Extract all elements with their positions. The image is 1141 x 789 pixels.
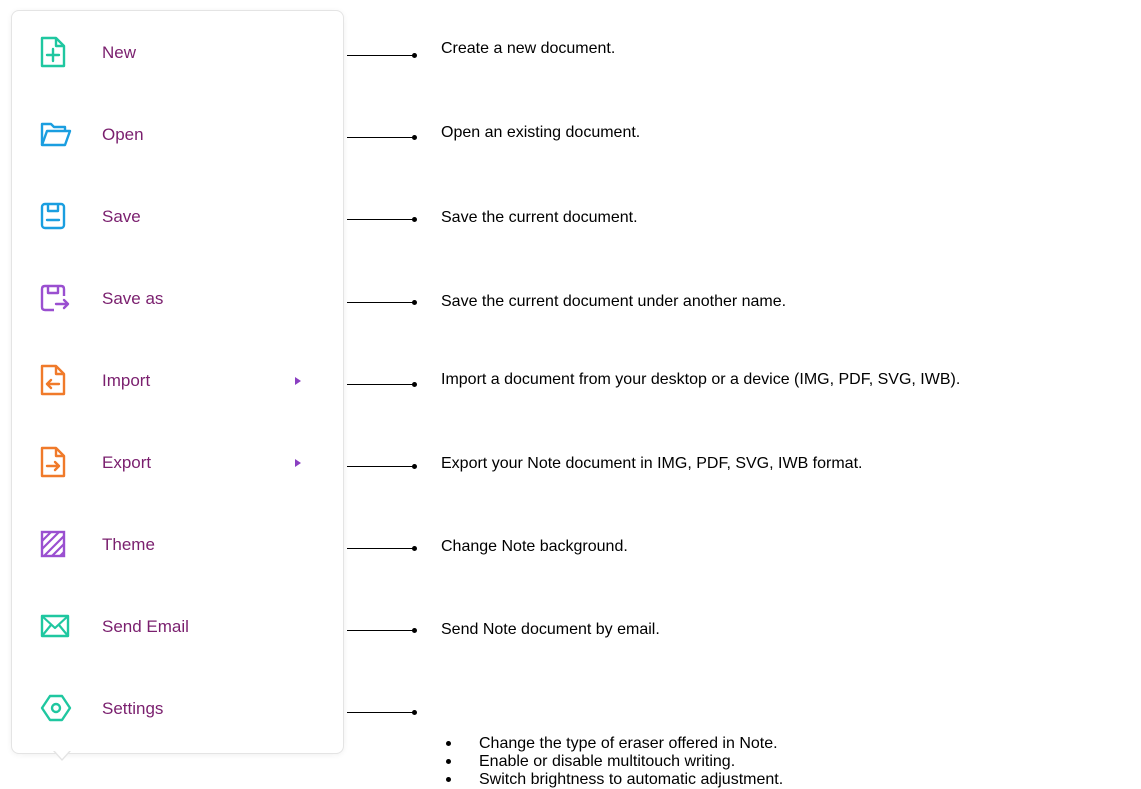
connector-line [347, 466, 413, 467]
menu-item-send-email[interactable]: Send Email [11, 597, 342, 657]
menu-label-save: Save [102, 207, 141, 226]
menu-item-settings[interactable]: Settings [11, 679, 342, 739]
save-as-icon [39, 281, 71, 315]
bullet-icon [446, 741, 451, 746]
connector-line [347, 137, 413, 138]
connector-dot [412, 135, 417, 140]
connector-line [347, 219, 413, 220]
connector-dot [412, 53, 417, 58]
save-icon [39, 199, 67, 233]
menu-label-open: Open [102, 125, 144, 144]
menu-label-save-as: Save as [102, 289, 164, 308]
connector-dot [412, 464, 417, 469]
import-icon [39, 363, 67, 397]
connector-dot [412, 217, 417, 222]
menu-label-theme: Theme [102, 535, 155, 554]
description-theme: Change Note background. [441, 538, 628, 555]
bullet-icon [446, 759, 451, 764]
connector-line [347, 302, 413, 303]
connector-line [347, 712, 413, 713]
menu-pointer-inner [54, 750, 70, 759]
menu-label-send-email: Send Email [102, 617, 189, 636]
email-icon [39, 609, 71, 643]
theme-icon [39, 527, 67, 561]
connector-line [347, 55, 413, 56]
list-item: Enable or disable multitouch writing. [441, 753, 783, 771]
description-send-email: Send Note document by email. [441, 621, 660, 638]
menu-item-new[interactable]: New [11, 23, 342, 83]
new-document-icon [39, 35, 67, 69]
description-open: Open an existing document. [441, 124, 641, 141]
menu-item-open[interactable]: Open [11, 105, 342, 165]
menu-label-settings: Settings [102, 699, 164, 718]
description-new: Create a new document. [441, 40, 616, 57]
description-save: Save the current document. [441, 209, 638, 226]
connector-dot [412, 710, 417, 715]
menu-label-export: Export [102, 453, 152, 472]
menu-item-save-as[interactable]: Save as [11, 269, 342, 329]
settings-description-list: Change the type of eraser offered in Not… [441, 735, 783, 789]
list-item: Change the type of eraser offered in Not… [441, 735, 783, 753]
connector-dot [412, 300, 417, 305]
list-item: Switch brightness to automatic adjustmen… [441, 771, 783, 789]
settings-bullet-text: Switch brightness to automatic adjustmen… [479, 771, 784, 788]
menu-label-import: Import [102, 371, 151, 390]
description-export: Export your Note document in IMG, PDF, S… [441, 455, 863, 472]
connector-line [347, 384, 413, 385]
menu-item-import[interactable]: Import [11, 351, 342, 411]
settings-bullet-text: Enable or disable multitouch writing. [479, 753, 736, 770]
connector-dot [412, 382, 417, 387]
settings-icon [39, 691, 73, 725]
connector-dot [412, 546, 417, 551]
description-import: Import a document from your desktop or a… [441, 371, 961, 388]
menu-item-save[interactable]: Save [11, 187, 342, 247]
folder-open-icon [39, 117, 73, 151]
submenu-arrow-icon [295, 459, 301, 467]
bullet-icon [446, 777, 451, 782]
menu-item-export[interactable]: Export [11, 433, 342, 493]
settings-bullet-text: Change the type of eraser offered in Not… [479, 735, 778, 752]
connector-line [347, 548, 413, 549]
submenu-arrow-icon [295, 377, 301, 385]
export-icon [39, 445, 67, 479]
connector-line [347, 630, 413, 631]
connector-dot [412, 628, 417, 633]
description-save-as: Save the current document under another … [441, 293, 787, 310]
menu-label-new: New [102, 43, 137, 62]
menu-item-theme[interactable]: Theme [11, 515, 342, 575]
